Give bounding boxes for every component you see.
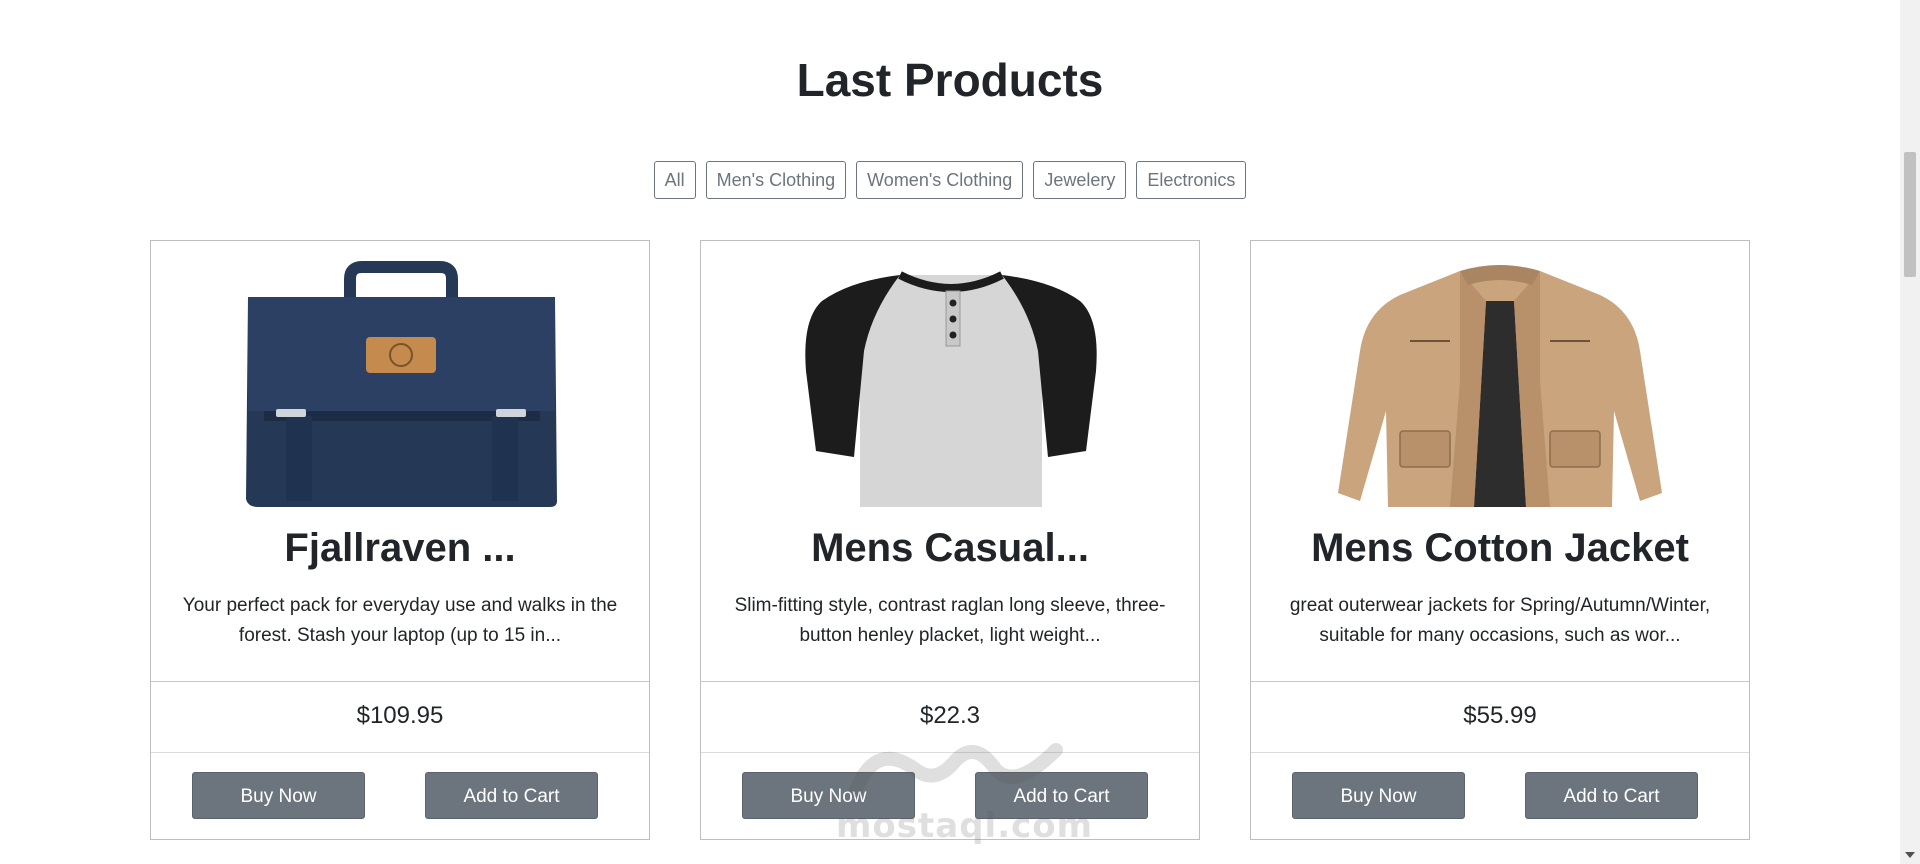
product-name: Fjallraven ... xyxy=(284,526,516,570)
product-card: Mens Casual... Slim-fitting style, contr… xyxy=(700,240,1200,840)
buy-now-button[interactable]: Buy Now xyxy=(192,772,365,819)
backpack-image xyxy=(246,261,557,507)
product-card: Fjallraven ... Your perfect pack for eve… xyxy=(150,240,650,840)
card-divider xyxy=(701,752,1199,753)
card-divider xyxy=(151,681,649,682)
card-divider xyxy=(701,681,1199,682)
products-page: Last Products All Men's Clothing Women's… xyxy=(0,0,1900,864)
scrollbar-thumb[interactable] xyxy=(1904,152,1916,277)
filter-womens-clothing-button[interactable]: Women's Clothing xyxy=(856,161,1024,199)
filter-mens-clothing-button[interactable]: Men's Clothing xyxy=(705,161,847,199)
filter-jewelery-button[interactable]: Jewelery xyxy=(1033,161,1127,199)
product-name: Mens Cotton Jacket xyxy=(1311,526,1689,570)
filter-electronics-button[interactable]: Electronics xyxy=(1136,161,1247,199)
product-description: Your perfect pack for everyday use and w… xyxy=(182,595,618,646)
product-description: Slim-fitting style, contrast raglan long… xyxy=(734,595,1166,646)
scroll-down-arrow-icon[interactable] xyxy=(1900,846,1920,864)
product-name: Mens Casual... xyxy=(811,526,1089,570)
section-title: Last Products xyxy=(796,54,1104,106)
shirt-image xyxy=(805,271,1097,507)
buy-now-button[interactable]: Buy Now xyxy=(1292,772,1465,819)
filter-all-button[interactable]: All xyxy=(653,161,696,199)
product-image xyxy=(701,261,1199,509)
card-divider xyxy=(1251,752,1749,753)
product-card: Mens Cotton Jacket great outerwear jacke… xyxy=(1250,240,1750,840)
add-to-cart-button[interactable]: Add to Cart xyxy=(425,772,598,819)
product-description: great outerwear jackets for Spring/Autum… xyxy=(1289,595,1711,646)
category-filters: All Men's Clothing Women's Clothing Jewe… xyxy=(0,161,1900,199)
card-divider xyxy=(151,752,649,753)
product-price: $22.3 xyxy=(919,702,981,729)
product-image xyxy=(1251,261,1749,509)
add-to-cart-button[interactable]: Add to Cart xyxy=(975,772,1148,819)
buy-now-button[interactable]: Buy Now xyxy=(742,772,915,819)
vertical-scrollbar[interactable] xyxy=(1900,0,1920,864)
add-to-cart-button[interactable]: Add to Cart xyxy=(1525,772,1698,819)
jacket-image xyxy=(1338,265,1662,507)
card-divider xyxy=(1251,681,1749,682)
product-price: $55.99 xyxy=(1463,702,1537,729)
product-image xyxy=(151,261,649,509)
product-price: $109.95 xyxy=(356,702,444,729)
